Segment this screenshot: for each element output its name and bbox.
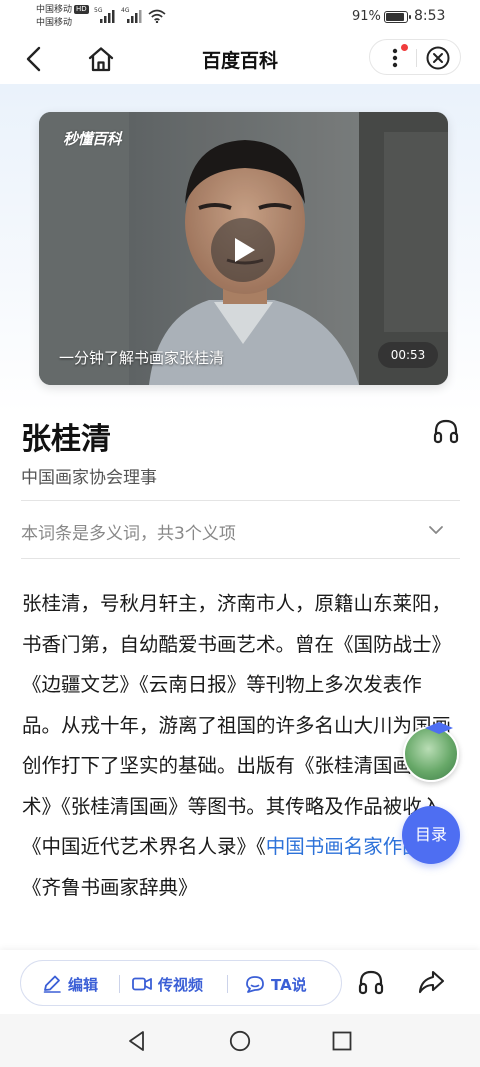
entry-summary: 张桂清，号秋月轩主，济南市人，原籍山东莱阳，书香门第，自幼酷爱书画艺术。曾在《国… bbox=[22, 584, 460, 908]
status-bar: 中国移动 HD 中国移动 5G 4G 91% 8:53 bbox=[0, 0, 480, 34]
capsule-divider bbox=[416, 49, 417, 67]
clock: 8:53 bbox=[414, 8, 446, 24]
video-camera-icon bbox=[132, 977, 152, 991]
hd-badge: HD bbox=[74, 5, 89, 14]
system-home-icon[interactable] bbox=[229, 1030, 251, 1052]
pencil-icon bbox=[43, 975, 61, 993]
entry-page: 秒懂百科 一分钟了解书画家张桂清 00:53 张桂清 中国画家协会理事 本词条是… bbox=[0, 84, 480, 1014]
divider bbox=[21, 558, 460, 559]
entry-subtitle: 中国画家协会理事 bbox=[21, 468, 157, 488]
mini-program-capsule bbox=[369, 39, 461, 75]
video-caption: 一分钟了解书画家张桂清 bbox=[59, 349, 225, 367]
battery-level-fill bbox=[386, 13, 405, 21]
ta-says-label: TA说 bbox=[271, 976, 307, 994]
bottom-action-bar: 编辑 传视频 TA说 bbox=[0, 950, 480, 1014]
action-separator bbox=[227, 975, 228, 993]
system-recents-icon[interactable] bbox=[331, 1030, 353, 1052]
wifi-icon bbox=[148, 9, 166, 23]
notification-dot bbox=[401, 44, 408, 51]
polysemy-note[interactable]: 本词条是多义词，共3个义项 bbox=[21, 519, 236, 544]
upload-video-button[interactable]: 传视频 bbox=[131, 972, 221, 996]
signal-2-icon: 4G bbox=[121, 7, 145, 24]
video-logo: 秒懂百科 bbox=[63, 130, 122, 148]
summary-text: 张桂清，号秋月轩主，济南市人，原籍山东莱阳，书香门第，自幼酷爱书画艺术。曾在《国… bbox=[22, 592, 452, 858]
play-button[interactable] bbox=[211, 218, 275, 282]
upload-video-label: 传视频 bbox=[158, 976, 204, 994]
carrier-primary: 中国移动 HD bbox=[36, 5, 89, 16]
system-back-icon[interactable] bbox=[126, 1030, 148, 1052]
edit-label: 编辑 bbox=[68, 976, 99, 994]
carrier-label: 中国移动 bbox=[36, 5, 73, 15]
network-type-2: 4G bbox=[121, 7, 130, 14]
graduation-cap-icon bbox=[425, 722, 453, 734]
battery-icon bbox=[384, 11, 411, 23]
headphones-icon[interactable] bbox=[357, 968, 385, 996]
action-pill: 编辑 传视频 TA说 bbox=[20, 960, 342, 1006]
video-card[interactable]: 秒懂百科 一分钟了解书画家张桂清 00:53 bbox=[39, 112, 448, 385]
system-nav-bar bbox=[0, 1014, 480, 1067]
edit-button[interactable]: 编辑 bbox=[41, 972, 111, 996]
carrier-secondary: 中国移动 bbox=[36, 18, 73, 28]
action-separator bbox=[119, 975, 120, 993]
signal-1-icon: 5G bbox=[94, 7, 118, 24]
divider bbox=[21, 500, 460, 501]
video-duration: 00:53 bbox=[378, 342, 438, 368]
share-icon[interactable] bbox=[417, 968, 445, 996]
play-icon bbox=[235, 238, 255, 262]
close-circle-icon[interactable] bbox=[425, 45, 451, 71]
headphones-icon[interactable] bbox=[432, 417, 460, 445]
network-type-1: 5G bbox=[94, 7, 103, 14]
chat-bubble-icon bbox=[246, 976, 264, 993]
chevron-down-icon[interactable] bbox=[428, 522, 444, 538]
ta-says-button[interactable]: TA说 bbox=[244, 972, 324, 996]
toc-button[interactable]: 目录 bbox=[402, 806, 460, 864]
top-nav-bar: 百度百科 bbox=[0, 34, 480, 84]
entry-name: 张桂清 bbox=[21, 422, 111, 457]
battery-percent: 91% bbox=[352, 9, 381, 24]
